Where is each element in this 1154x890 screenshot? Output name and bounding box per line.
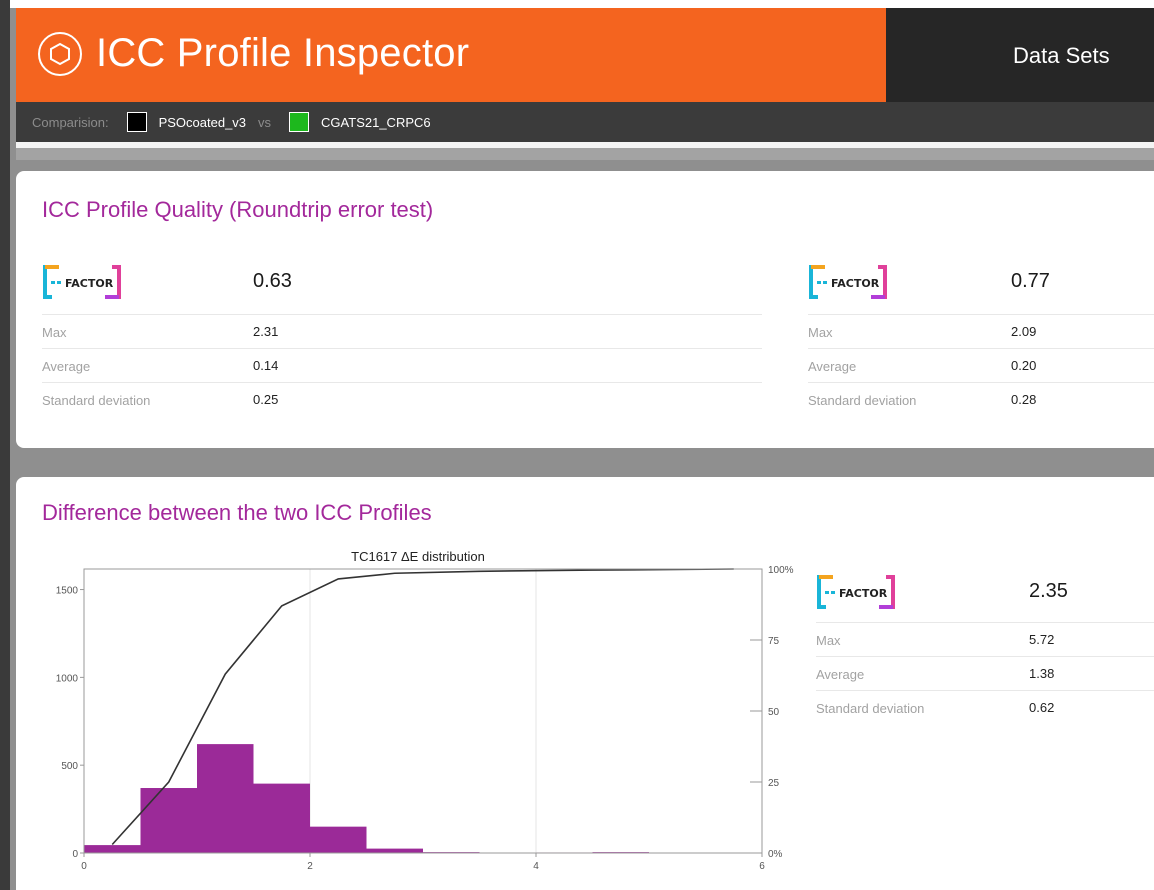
profile-b-swatch: [289, 112, 310, 132]
quality-left-value: 0.63: [253, 270, 292, 292]
nav-data-sets[interactable]: Data Sets: [1013, 43, 1110, 69]
stat-row: Max 5.72: [816, 622, 1154, 656]
histogram-bar: [253, 783, 310, 853]
stat-row: Average 1.38: [816, 656, 1154, 690]
stat-row: Standard deviation 0.25: [42, 382, 762, 416]
y2-tick-label: 50: [768, 707, 780, 718]
stat-label: Standard deviation: [816, 701, 925, 716]
comparison-bar: Comparision: PSOcoated_v3 vs CGATS21_CRP…: [16, 102, 1154, 142]
difference-value: 2.35: [1029, 580, 1068, 602]
y-tick-label: 0: [72, 849, 78, 860]
stat-row: Max 2.31: [42, 314, 762, 348]
efactor-badge-icon: FACTOR: [817, 575, 895, 609]
stat-row: Average 0.20: [808, 348, 1154, 382]
title-bar: ICC Profile Inspector: [16, 8, 886, 102]
y-tick-label: 1000: [56, 673, 79, 684]
x-tick-label: 4: [533, 861, 539, 872]
histogram-bar: [197, 744, 254, 853]
stat-row: Max 2.09: [808, 314, 1154, 348]
quality-card: ICC Profile Quality (Roundtrip error tes…: [16, 171, 1154, 448]
app-logo-icon[interactable]: [38, 32, 82, 76]
efactor-badge-icon: FACTOR: [43, 265, 121, 299]
stat-value: 0.14: [253, 358, 279, 373]
histogram-bar: [366, 848, 423, 853]
stat-label: Standard deviation: [42, 393, 151, 408]
stat-value: 2.09: [1011, 324, 1037, 339]
y-tick-label: 500: [61, 761, 78, 772]
vs-label: vs: [258, 114, 272, 130]
app: ICC Profile Inspector Data Sets Comparis…: [10, 0, 1154, 890]
quality-title: ICC Profile Quality (Roundtrip error tes…: [42, 197, 434, 222]
stat-label: Standard deviation: [808, 393, 917, 408]
comparison-label: Comparision:: [32, 114, 109, 130]
stat-label: Max: [42, 325, 67, 340]
profile-a-name[interactable]: PSOcoated_v3: [159, 115, 246, 130]
quality-right-value: 0.77: [1011, 270, 1050, 292]
stat-value: 1.38: [1029, 666, 1055, 681]
stat-label: Average: [816, 667, 865, 682]
badge-text: FACTOR: [831, 277, 880, 290]
stat-value: 0.62: [1029, 700, 1055, 715]
efactor-badge-icon: FACTOR: [809, 265, 887, 299]
y2-tick-label: 75: [768, 636, 780, 647]
stat-row: Standard deviation 0.28: [808, 382, 1154, 416]
divider: [16, 148, 1154, 160]
badge-text: FACTOR: [839, 587, 888, 600]
x-tick-label: 6: [759, 861, 765, 872]
stat-row: Standard deviation 0.62: [816, 690, 1154, 724]
difference-card: Difference between the two ICC Profiles …: [16, 477, 1154, 890]
badge-text: FACTOR: [65, 277, 114, 290]
stat-row: Average 0.14: [42, 348, 762, 382]
stat-value: 0.20: [1011, 358, 1037, 373]
x-tick-label: 0: [81, 861, 87, 872]
stat-label: Max: [808, 325, 833, 340]
histogram-bar: [310, 826, 367, 853]
window-edge: [0, 0, 10, 890]
histogram-bar: [84, 845, 141, 853]
x-tick-label: 2: [307, 861, 313, 872]
top-nav: Data Sets: [886, 8, 1154, 102]
y2-tick-label: 100%: [768, 565, 794, 576]
y2-tick-label: 0%: [768, 849, 783, 860]
profile-a-swatch: [126, 112, 147, 132]
y2-tick-label: 25: [768, 778, 780, 789]
stat-value: 0.25: [253, 392, 279, 407]
stat-label: Max: [816, 633, 841, 648]
app-title: ICC Profile Inspector: [96, 31, 470, 75]
stat-value: 0.28: [1011, 392, 1037, 407]
header-top-strip: [10, 0, 1154, 8]
stat-label: Average: [42, 359, 91, 374]
chart-title: TC1617 ΔE distribution: [351, 549, 485, 564]
profile-b-name[interactable]: CGATS21_CRPC6: [321, 115, 431, 130]
stat-value: 2.31: [253, 324, 279, 339]
de-distribution-chart: TC1617 ΔE distribution0500100015000%2550…: [56, 549, 794, 872]
y-tick-label: 1500: [56, 586, 79, 597]
stat-label: Average: [808, 359, 857, 374]
difference-title: Difference between the two ICC Profiles: [42, 500, 432, 525]
stat-value: 5.72: [1029, 632, 1055, 647]
histogram-bar: [140, 788, 197, 853]
